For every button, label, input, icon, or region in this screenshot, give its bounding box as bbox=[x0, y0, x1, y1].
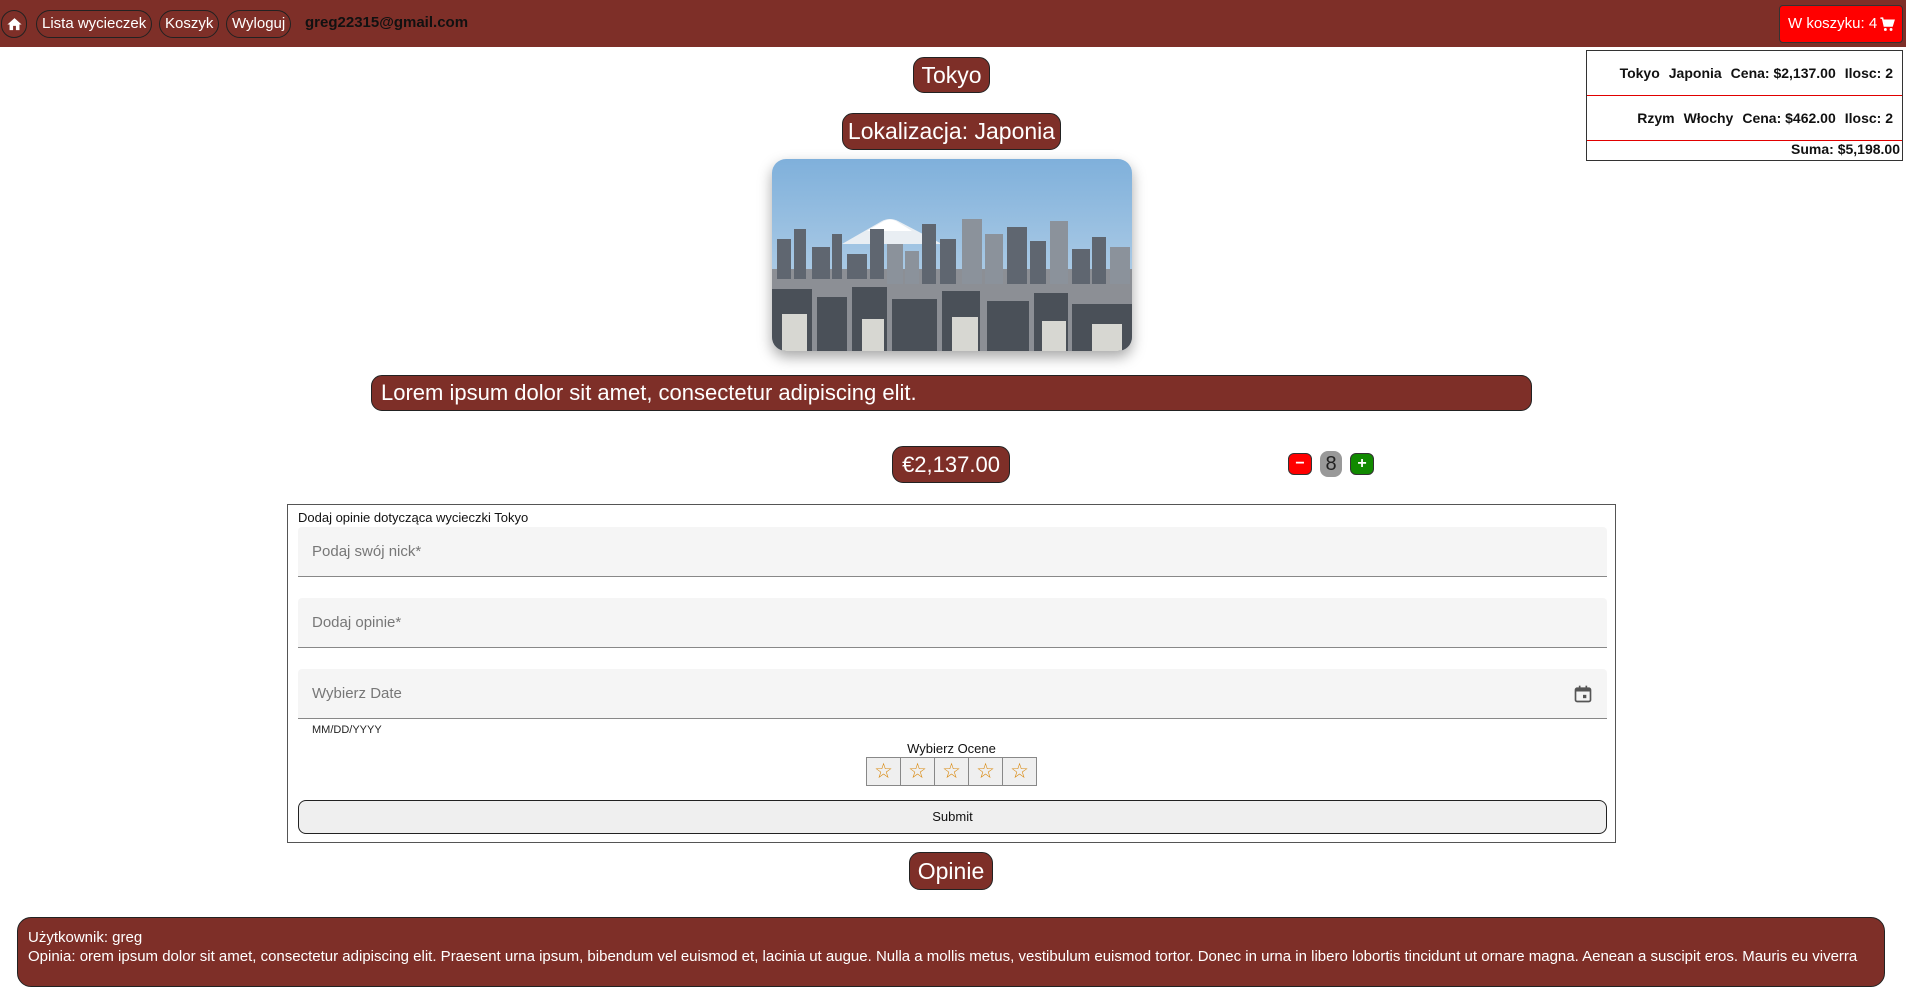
trip-image bbox=[772, 159, 1132, 351]
user-email: greg22315@gmail.com bbox=[305, 14, 469, 31]
opinion-text: Opinia: orem ipsum dolor sit amet, conse… bbox=[28, 948, 1858, 965]
opinion-input[interactable] bbox=[298, 598, 1607, 647]
quantity-value: 8 bbox=[1320, 451, 1342, 477]
quantity-stepper: − 8 + bbox=[1288, 451, 1374, 477]
home-button[interactable] bbox=[1, 10, 27, 38]
date-format-hint: MM/DD/YYYY bbox=[312, 724, 382, 736]
cart-icon bbox=[1880, 16, 1896, 31]
cart-item-country: Japonia bbox=[1668, 65, 1722, 81]
star-4-icon[interactable]: ☆ bbox=[968, 757, 1003, 786]
nick-field-wrapper bbox=[298, 527, 1607, 577]
star-3-icon[interactable]: ☆ bbox=[934, 757, 969, 786]
cart-item-name: Tokyo bbox=[1619, 65, 1660, 81]
star-5-icon[interactable]: ☆ bbox=[1002, 757, 1037, 786]
trip-location: Lokalizacja: Japonia bbox=[842, 113, 1061, 150]
rating-label: Wybierz Ocene bbox=[907, 741, 996, 756]
trip-price: €2,137.00 bbox=[892, 446, 1010, 483]
opinion-card: Użytkownik: greg Opinia: orem ipsum dolo… bbox=[17, 917, 1885, 987]
cart-item-country: Włochy bbox=[1683, 110, 1734, 126]
increase-quantity-button[interactable]: + bbox=[1350, 453, 1374, 475]
cart-item-name: Rzym bbox=[1637, 110, 1675, 126]
review-form: Dodaj opinie dotycząca wycieczki Tokyo M… bbox=[287, 504, 1616, 843]
nav-logout[interactable]: Wyloguj bbox=[226, 10, 292, 38]
decrease-quantity-button[interactable]: − bbox=[1288, 453, 1312, 475]
trip-description: Lorem ipsum dolor sit amet, consectetur … bbox=[371, 375, 1532, 411]
cart-count-label: W koszyku: 4 bbox=[1788, 15, 1878, 32]
cart-item: Tokyo Japonia Cena: $2,137.00 Ilosc: 2 bbox=[1587, 51, 1902, 96]
trip-title: Tokyo bbox=[913, 57, 990, 93]
cart-item-price: Cena: $462.00 bbox=[1742, 110, 1836, 126]
submit-button[interactable]: Submit bbox=[298, 800, 1607, 834]
opinions-heading: Opinie bbox=[909, 852, 993, 890]
home-icon bbox=[6, 17, 22, 30]
cart-item-qty: Ilosc: 2 bbox=[1844, 65, 1893, 81]
nav-cart[interactable]: Koszyk bbox=[159, 10, 220, 38]
star-2-icon[interactable]: ☆ bbox=[900, 757, 935, 786]
nav-trips-list[interactable]: Lista wycieczek bbox=[36, 10, 153, 38]
star-rating: ☆ ☆ ☆ ☆ ☆ bbox=[866, 757, 1037, 786]
calendar-icon[interactable] bbox=[1573, 684, 1593, 704]
cart-dropdown: Tokyo Japonia Cena: $2,137.00 Ilosc: 2 R… bbox=[1586, 50, 1903, 161]
form-heading: Dodaj opinie dotycząca wycieczki Tokyo bbox=[298, 510, 529, 525]
cart-total: Suma: $5,198.00 bbox=[1791, 141, 1900, 157]
opinion-field-wrapper bbox=[298, 598, 1607, 648]
opinion-user: Użytkownik: greg bbox=[28, 929, 143, 946]
date-input[interactable] bbox=[298, 669, 1607, 718]
top-navbar: Lista wycieczek Koszyk Wyloguj greg22315… bbox=[0, 0, 1906, 47]
cart-item-price: Cena: $2,137.00 bbox=[1730, 65, 1836, 81]
cart-button[interactable]: W koszyku: 4 bbox=[1779, 5, 1903, 43]
cart-item-qty: Ilosc: 2 bbox=[1844, 110, 1893, 126]
nick-input[interactable] bbox=[298, 527, 1607, 576]
star-1-icon[interactable]: ☆ bbox=[866, 757, 901, 786]
cart-item: Rzym Włochy Cena: $462.00 Ilosc: 2 bbox=[1587, 96, 1902, 141]
date-field-wrapper bbox=[298, 669, 1607, 719]
